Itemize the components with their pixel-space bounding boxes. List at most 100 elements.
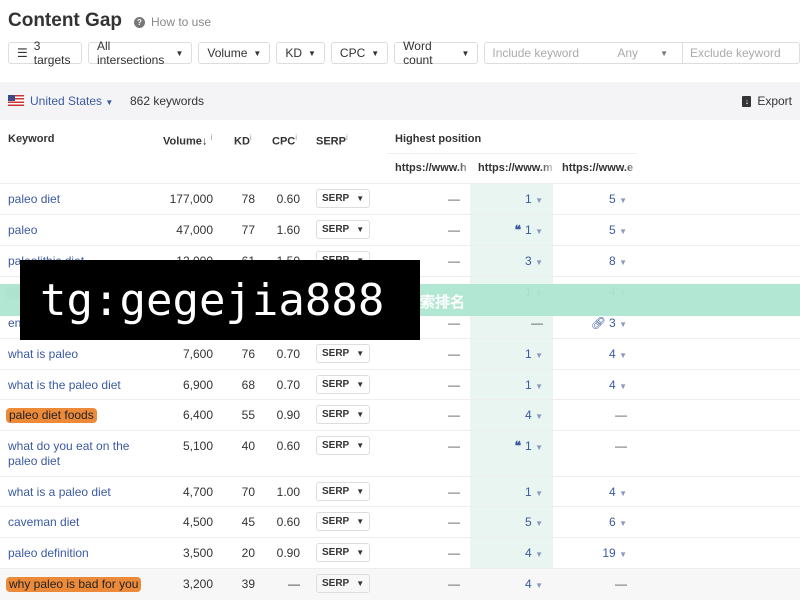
caret-down-icon: ▼ bbox=[356, 380, 365, 389]
caret-down-icon: ▼ bbox=[619, 320, 627, 329]
kd-filter[interactable]: KD ▼ bbox=[276, 42, 325, 64]
keyword-link[interactable]: what is a paleo diet bbox=[8, 485, 148, 500]
position-value[interactable]: 1 ▼ bbox=[473, 192, 543, 206]
position-value[interactable]: 1 ▼ bbox=[473, 378, 543, 392]
serp-button[interactable]: SERP ▼ bbox=[316, 189, 370, 208]
header-keyword[interactable]: Keyword bbox=[8, 133, 54, 145]
cpc-value: 0.70 bbox=[276, 378, 300, 392]
position-value[interactable]: ❝ 1 ▼ bbox=[473, 223, 543, 237]
position-value[interactable]: 1 ▼ bbox=[473, 347, 543, 361]
info-icon[interactable]: i bbox=[210, 133, 212, 142]
serp-button[interactable]: SERP ▼ bbox=[316, 512, 370, 531]
position-value[interactable]: 🔗︎ 3 ▼ bbox=[557, 316, 627, 330]
word-count-filter[interactable]: Word count ▼ bbox=[394, 39, 479, 67]
position-value[interactable]: 4 ▼ bbox=[557, 347, 627, 361]
target-header-3[interactable]: https://www.e bbox=[562, 162, 640, 174]
keyword-link[interactable]: what do you eat on the paleo diet bbox=[8, 439, 148, 469]
export-button[interactable]: ↓ Export bbox=[742, 94, 792, 108]
table-row: what is a paleo diet 4,700 70 1.00 SERP ▼ — 1 ▼… bbox=[0, 476, 800, 506]
position-value[interactable]: 4 ▼ bbox=[557, 378, 627, 392]
targets-label: 3 targets bbox=[33, 39, 71, 67]
kd-value: 55 bbox=[241, 408, 255, 422]
position-value[interactable]: ❝ 1 ▼ bbox=[473, 439, 543, 453]
country-selector[interactable]: United States ▼ bbox=[30, 94, 113, 108]
position-value[interactable]: 5 ▼ bbox=[473, 515, 543, 529]
keyword-link[interactable]: what is paleo bbox=[8, 347, 148, 362]
volume-value: 177,000 bbox=[169, 192, 213, 206]
keyword-link[interactable]: caveman diet bbox=[8, 515, 148, 530]
serp-button[interactable]: SERP ▼ bbox=[316, 574, 370, 593]
match-any-dropdown[interactable]: Any ▼ bbox=[603, 43, 683, 63]
targets-button[interactable]: ☰ 3 targets bbox=[8, 39, 82, 67]
caret-down-icon: ▼ bbox=[307, 48, 316, 58]
kd-value: 68 bbox=[241, 378, 255, 392]
caret-down-icon: ▼ bbox=[535, 412, 543, 421]
header-kd[interactable]: KDi bbox=[234, 133, 252, 148]
header-volume[interactable]: Volume↓ i bbox=[163, 133, 212, 148]
country-label: United States bbox=[30, 94, 103, 108]
position-value[interactable]: 5 ▼ bbox=[557, 223, 627, 237]
kd-value: 40 bbox=[241, 439, 255, 453]
target-header-2[interactable]: https://www.m bbox=[478, 162, 556, 174]
caret-down-icon: ▼ bbox=[175, 48, 184, 58]
caret-down-icon: ▼ bbox=[356, 410, 365, 419]
volume-value: 6,400 bbox=[182, 408, 213, 422]
help-icon: ? bbox=[134, 16, 145, 28]
how-to-use-link[interactable]: ? How to use bbox=[134, 15, 211, 29]
kd-value: 20 bbox=[241, 546, 255, 560]
keyword-link[interactable]: paleo bbox=[8, 223, 148, 238]
serp-button[interactable]: SERP ▼ bbox=[316, 344, 370, 363]
serp-button[interactable]: SERP ▼ bbox=[316, 220, 370, 239]
position-empty: — bbox=[615, 577, 627, 591]
serp-header-label: SERP bbox=[316, 135, 346, 148]
position-number: 1 bbox=[525, 439, 532, 453]
volume-value: 3,500 bbox=[182, 546, 213, 560]
keyword-link[interactable]: paleo definition bbox=[8, 546, 148, 561]
keyword-link[interactable]: paleo diet bbox=[8, 192, 148, 207]
serp-button[interactable]: SERP ▼ bbox=[316, 543, 370, 562]
info-icon[interactable]: i bbox=[346, 133, 348, 142]
position-value[interactable]: 19 ▼ bbox=[557, 546, 627, 560]
serp-button[interactable]: SERP ▼ bbox=[316, 482, 370, 501]
position-value[interactable]: 5 ▼ bbox=[557, 192, 627, 206]
keyword-link[interactable]: why paleo is bad for you bbox=[6, 577, 142, 592]
position-value[interactable]: 4 ▼ bbox=[473, 546, 543, 560]
target-header-1[interactable]: https://www.h bbox=[395, 162, 473, 174]
position-value[interactable]: 6 ▼ bbox=[557, 515, 627, 529]
position-empty: — bbox=[448, 378, 460, 392]
cpc-filter[interactable]: CPC ▼ bbox=[330, 42, 389, 64]
caret-down-icon: ▼ bbox=[535, 382, 543, 391]
serp-button[interactable]: SERP ▼ bbox=[316, 375, 370, 394]
position-number: 3 bbox=[525, 254, 532, 268]
keyword-link[interactable]: paleo diet foods bbox=[6, 408, 97, 423]
caret-down-icon: ▼ bbox=[535, 581, 543, 590]
volume-filter[interactable]: Volume ▼ bbox=[198, 42, 271, 64]
serp-label: SERP bbox=[322, 409, 350, 420]
table-row: paleo definition 3,500 20 0.90 SERP ▼ —4 ▼ 19 ▼ bbox=[0, 537, 800, 568]
position-number: 19 bbox=[602, 546, 616, 560]
caret-down-icon: ▼ bbox=[371, 48, 380, 58]
export-label: Export bbox=[757, 94, 792, 108]
caret-down-icon: ▼ bbox=[619, 227, 627, 236]
position-number: 4 bbox=[525, 577, 532, 591]
position-empty: — bbox=[448, 439, 460, 453]
header-cpc[interactable]: CPCi bbox=[272, 133, 297, 148]
intersections-dropdown[interactable]: All intersections ▼ bbox=[87, 39, 193, 67]
caret-down-icon: ▼ bbox=[356, 225, 365, 234]
exclude-keyword-input[interactable]: Exclude keyword bbox=[683, 43, 799, 63]
info-icon[interactable]: i bbox=[295, 133, 297, 142]
position-value[interactable]: 3 ▼ bbox=[473, 254, 543, 268]
serp-button[interactable]: SERP ▼ bbox=[316, 405, 370, 424]
volume-value: 3,200 bbox=[182, 577, 213, 591]
serp-button[interactable]: SERP ▼ bbox=[316, 436, 370, 455]
position-value[interactable]: 1 ▼ bbox=[473, 485, 543, 499]
position-value[interactable]: 4 ▼ bbox=[557, 485, 627, 499]
position-value[interactable]: 8 ▼ bbox=[557, 254, 627, 268]
volume-value: 4,700 bbox=[182, 485, 213, 499]
position-value[interactable]: 4 ▼ bbox=[473, 408, 543, 422]
keyword-link[interactable]: what is the paleo diet bbox=[8, 378, 148, 393]
position-value[interactable]: 4 ▼ bbox=[473, 577, 543, 591]
info-icon[interactable]: i bbox=[250, 133, 252, 142]
include-keyword-input[interactable]: Include keyword bbox=[485, 43, 603, 63]
serp-label: SERP bbox=[322, 193, 350, 204]
